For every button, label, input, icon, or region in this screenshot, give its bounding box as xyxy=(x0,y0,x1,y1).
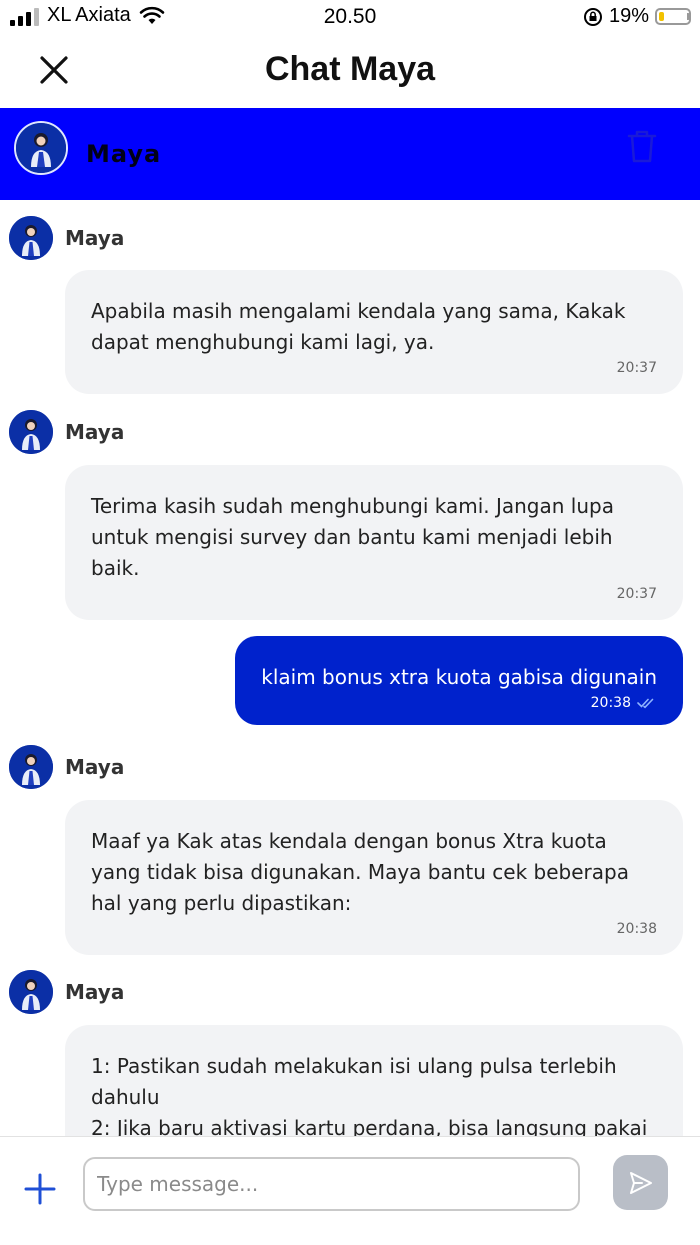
message-sender-row: Maya xyxy=(9,970,124,1014)
double-check-icon xyxy=(637,698,654,709)
incoming-message-bubble: 1: Pastikan sudah melakukan isi ulang pu… xyxy=(65,1025,683,1136)
incoming-message-bubble: Apabila masih mengalami kendala yang sam… xyxy=(65,270,683,394)
message-text: Terima kasih sudah menghubungi kami. Jan… xyxy=(91,494,614,580)
attach-button[interactable] xyxy=(22,1171,58,1207)
plus-icon xyxy=(24,1173,56,1205)
sender-name: Maya xyxy=(65,420,125,444)
status-bar: XL Axiata 20.50 19% xyxy=(0,0,700,36)
message-text: klaim bonus xtra kuota gabisa digunain xyxy=(261,665,657,689)
send-button[interactable] xyxy=(613,1155,668,1210)
message-sender-row: Maya xyxy=(9,410,124,454)
agent-avatar xyxy=(9,970,53,1014)
battery-percentage: 19% xyxy=(608,5,649,27)
message-sender-row: Maya xyxy=(9,745,124,789)
agent-avatar xyxy=(9,216,53,260)
chat-header: Chat Maya xyxy=(0,36,700,108)
message-time: 20:38 xyxy=(590,695,631,711)
rotation-lock-icon xyxy=(583,7,602,26)
sender-name: Maya xyxy=(65,980,125,1004)
page-title: Chat Maya xyxy=(264,50,436,88)
message-sender-row: Maya xyxy=(9,216,124,260)
agent-avatar xyxy=(14,121,68,175)
agent-avatar xyxy=(9,745,53,789)
message-time: 20:37 xyxy=(616,360,657,376)
delete-chat-button[interactable] xyxy=(626,128,658,164)
sender-name: Maya xyxy=(65,755,125,779)
message-text: 1: Pastikan sudah melakukan isi ulang pu… xyxy=(91,1054,648,1136)
message-time: 20:37 xyxy=(616,586,657,602)
outgoing-message-bubble: klaim bonus xtra kuota gabisa digunain 2… xyxy=(235,636,683,725)
send-icon xyxy=(629,1171,652,1194)
agent-avatar xyxy=(9,410,53,454)
message-composer xyxy=(0,1136,700,1245)
battery-icon xyxy=(655,8,691,25)
message-time: 20:38 xyxy=(616,921,657,937)
message-text: Apabila masih mengalami kendala yang sam… xyxy=(91,299,626,354)
chat-message-list[interactable]: Maya Apabila masih mengalami kendala yan… xyxy=(0,200,700,1136)
incoming-message-bubble: Terima kasih sudah menghubungi kami. Jan… xyxy=(65,465,683,620)
agent-name: Maya xyxy=(86,140,162,168)
sender-name: Maya xyxy=(65,226,125,250)
agent-banner: Maya xyxy=(0,108,700,200)
message-text: Maaf ya Kak atas kendala dengan bonus Xt… xyxy=(91,829,629,915)
message-input[interactable] xyxy=(83,1157,580,1211)
incoming-message-bubble: Maaf ya Kak atas kendala dengan bonus Xt… xyxy=(65,800,683,955)
trash-icon xyxy=(627,130,657,163)
